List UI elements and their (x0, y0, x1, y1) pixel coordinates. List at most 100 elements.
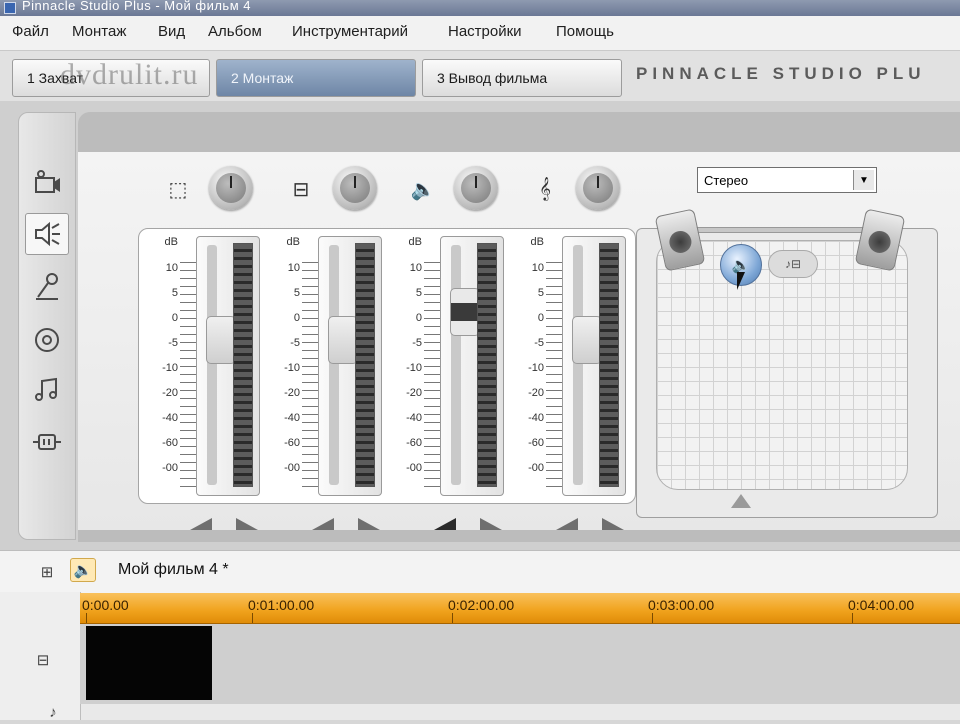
db-ticks (424, 262, 440, 488)
project-title: Мой фильм 4 * (118, 561, 229, 578)
db-scale-label: 5 (415, 287, 422, 299)
volume-fader-handle[interactable] (572, 316, 602, 364)
chevron-down-icon: ▼ (853, 170, 874, 190)
db-scale-label: -00 (528, 462, 544, 474)
video-track-icon[interactable]: ⊟ (30, 648, 56, 672)
video-effects-icon (35, 170, 60, 193)
db-scale-label: -5 (168, 337, 178, 349)
fader-channel-4 (562, 236, 626, 496)
music-pan-puck[interactable]: ♪⊟ (768, 250, 818, 278)
db-scale-label: -60 (528, 437, 544, 449)
tab-make-movie[interactable]: 3 Вывод фильма (422, 59, 622, 97)
timeline-ruler[interactable]: 0:00.00 0:01:00.00 0:02:00.00 0:03:00.00 0:0… (80, 593, 960, 624)
db-scale-label: 5 (293, 287, 300, 299)
music-note-icon (35, 377, 57, 401)
menu-help[interactable]: Помощь (556, 23, 614, 40)
audio-track-icon[interactable]: ♪ (40, 700, 66, 724)
volume-fader-handle[interactable] (206, 316, 236, 364)
voiceover-balance-knob[interactable] (454, 166, 498, 210)
cd-audio-button[interactable] (25, 319, 69, 361)
level-meter (477, 243, 497, 487)
db-label: dB (530, 236, 544, 248)
level-meter (355, 243, 375, 487)
volume-fader-handle[interactable] (450, 288, 480, 336)
title-bar: Pinnacle Studio Plus - Мой фильм 4 (0, 0, 960, 16)
background-music-button[interactable] (25, 369, 69, 411)
fader-track (450, 245, 480, 485)
db-scale-label: -20 (406, 387, 422, 399)
db-scale-label: -40 (528, 412, 544, 424)
fade-out-button[interactable] (236, 518, 258, 530)
db-scale-label: -20 (528, 387, 544, 399)
surround-mode-select[interactable]: Стерео ▼ (697, 167, 877, 193)
db-ticks (180, 262, 196, 488)
original-audio-balance-knob[interactable] (209, 166, 253, 210)
app-icon (4, 2, 16, 14)
menu-view[interactable]: Вид (158, 23, 185, 40)
fade-out-button[interactable] (480, 518, 502, 530)
voiceover-button[interactable] (25, 265, 69, 307)
video-clip[interactable] (86, 626, 212, 700)
db-scale-label: 0 (171, 312, 178, 324)
db-scale-label: -20 (284, 387, 300, 399)
audio-effects-button[interactable] (25, 421, 69, 463)
menu-bar: Файл Монтаж Вид Альбом Инструментарий На… (0, 16, 960, 51)
ruler-time-label: 0:01:00.00 (248, 597, 315, 613)
menu-album[interactable]: Альбом (208, 23, 262, 40)
db-scale-label: 10 (165, 262, 178, 274)
db-scale-label: 10 (287, 262, 300, 274)
ruler-tick (452, 613, 453, 623)
timeline-view-icon[interactable]: ⊞ (34, 560, 60, 584)
watermark: dvdrulit.ru (60, 58, 199, 91)
music-balance-knob[interactable] (576, 166, 620, 210)
window-title: Pinnacle Studio Plus - Мой фильм 4 (22, 0, 251, 13)
fade-in-button[interactable] (312, 518, 334, 530)
sound-effects-balance-knob[interactable] (333, 166, 377, 210)
fade-in-button[interactable] (556, 518, 578, 530)
toolbox-sidebar (18, 112, 76, 540)
tab-edit[interactable]: 2 Монтаж (216, 59, 416, 97)
video-effects-button[interactable] (25, 161, 69, 203)
db-label: dB (164, 236, 178, 248)
db-label: dB (286, 236, 300, 248)
menu-settings[interactable]: Настройки (448, 23, 522, 40)
level-meter (599, 243, 619, 487)
db-scale-label: 10 (531, 262, 544, 274)
db-scale-label: 0 (537, 312, 544, 324)
tab-edit-label: 2 Монтаж (231, 70, 294, 86)
db-scale-label: -10 (528, 362, 544, 374)
audio-view-icon[interactable]: 🔈 (70, 558, 96, 582)
mouse-cursor-icon (737, 272, 745, 290)
db-scale-label: -60 (284, 437, 300, 449)
fader-track (572, 245, 602, 485)
volume-mixer-button[interactable] (25, 213, 69, 255)
menu-file[interactable]: Файл (12, 23, 49, 40)
db-scale-label: -00 (406, 462, 422, 474)
fade-out-button[interactable] (602, 518, 624, 530)
db-scale-label: -60 (406, 437, 422, 449)
db-ticks (546, 262, 562, 488)
fade-in-button[interactable] (434, 518, 456, 530)
brand-logo: PINNACLE STUDIO PLU (636, 64, 926, 83)
db-scale-label: 5 (537, 287, 544, 299)
video-track[interactable] (80, 624, 960, 704)
audio-effects-icon (33, 434, 61, 450)
ruler-tick (86, 613, 87, 623)
db-scale-label: -5 (534, 337, 544, 349)
db-scale-label: -5 (290, 337, 300, 349)
db-scale-label: -00 (162, 462, 178, 474)
ruler-tick (252, 613, 253, 623)
up-arrow-icon (731, 494, 751, 508)
cd-audio-icon (35, 328, 59, 352)
volume-fader-handle[interactable] (328, 316, 358, 364)
menu-toolbox[interactable]: Инструментарий (292, 23, 408, 40)
surround-mode-value: Стерео (704, 173, 749, 188)
menu-edit[interactable]: Монтаж (72, 23, 126, 40)
db-scale-label: -10 (284, 362, 300, 374)
db-scale-label: -40 (162, 412, 178, 424)
track-headers: ⊟ ♪ (0, 592, 81, 721)
sound-effects-icon: ⊟ (292, 178, 310, 201)
db-scale-label: -20 (162, 387, 178, 399)
fade-in-button[interactable] (190, 518, 212, 530)
fade-out-button[interactable] (358, 518, 380, 530)
